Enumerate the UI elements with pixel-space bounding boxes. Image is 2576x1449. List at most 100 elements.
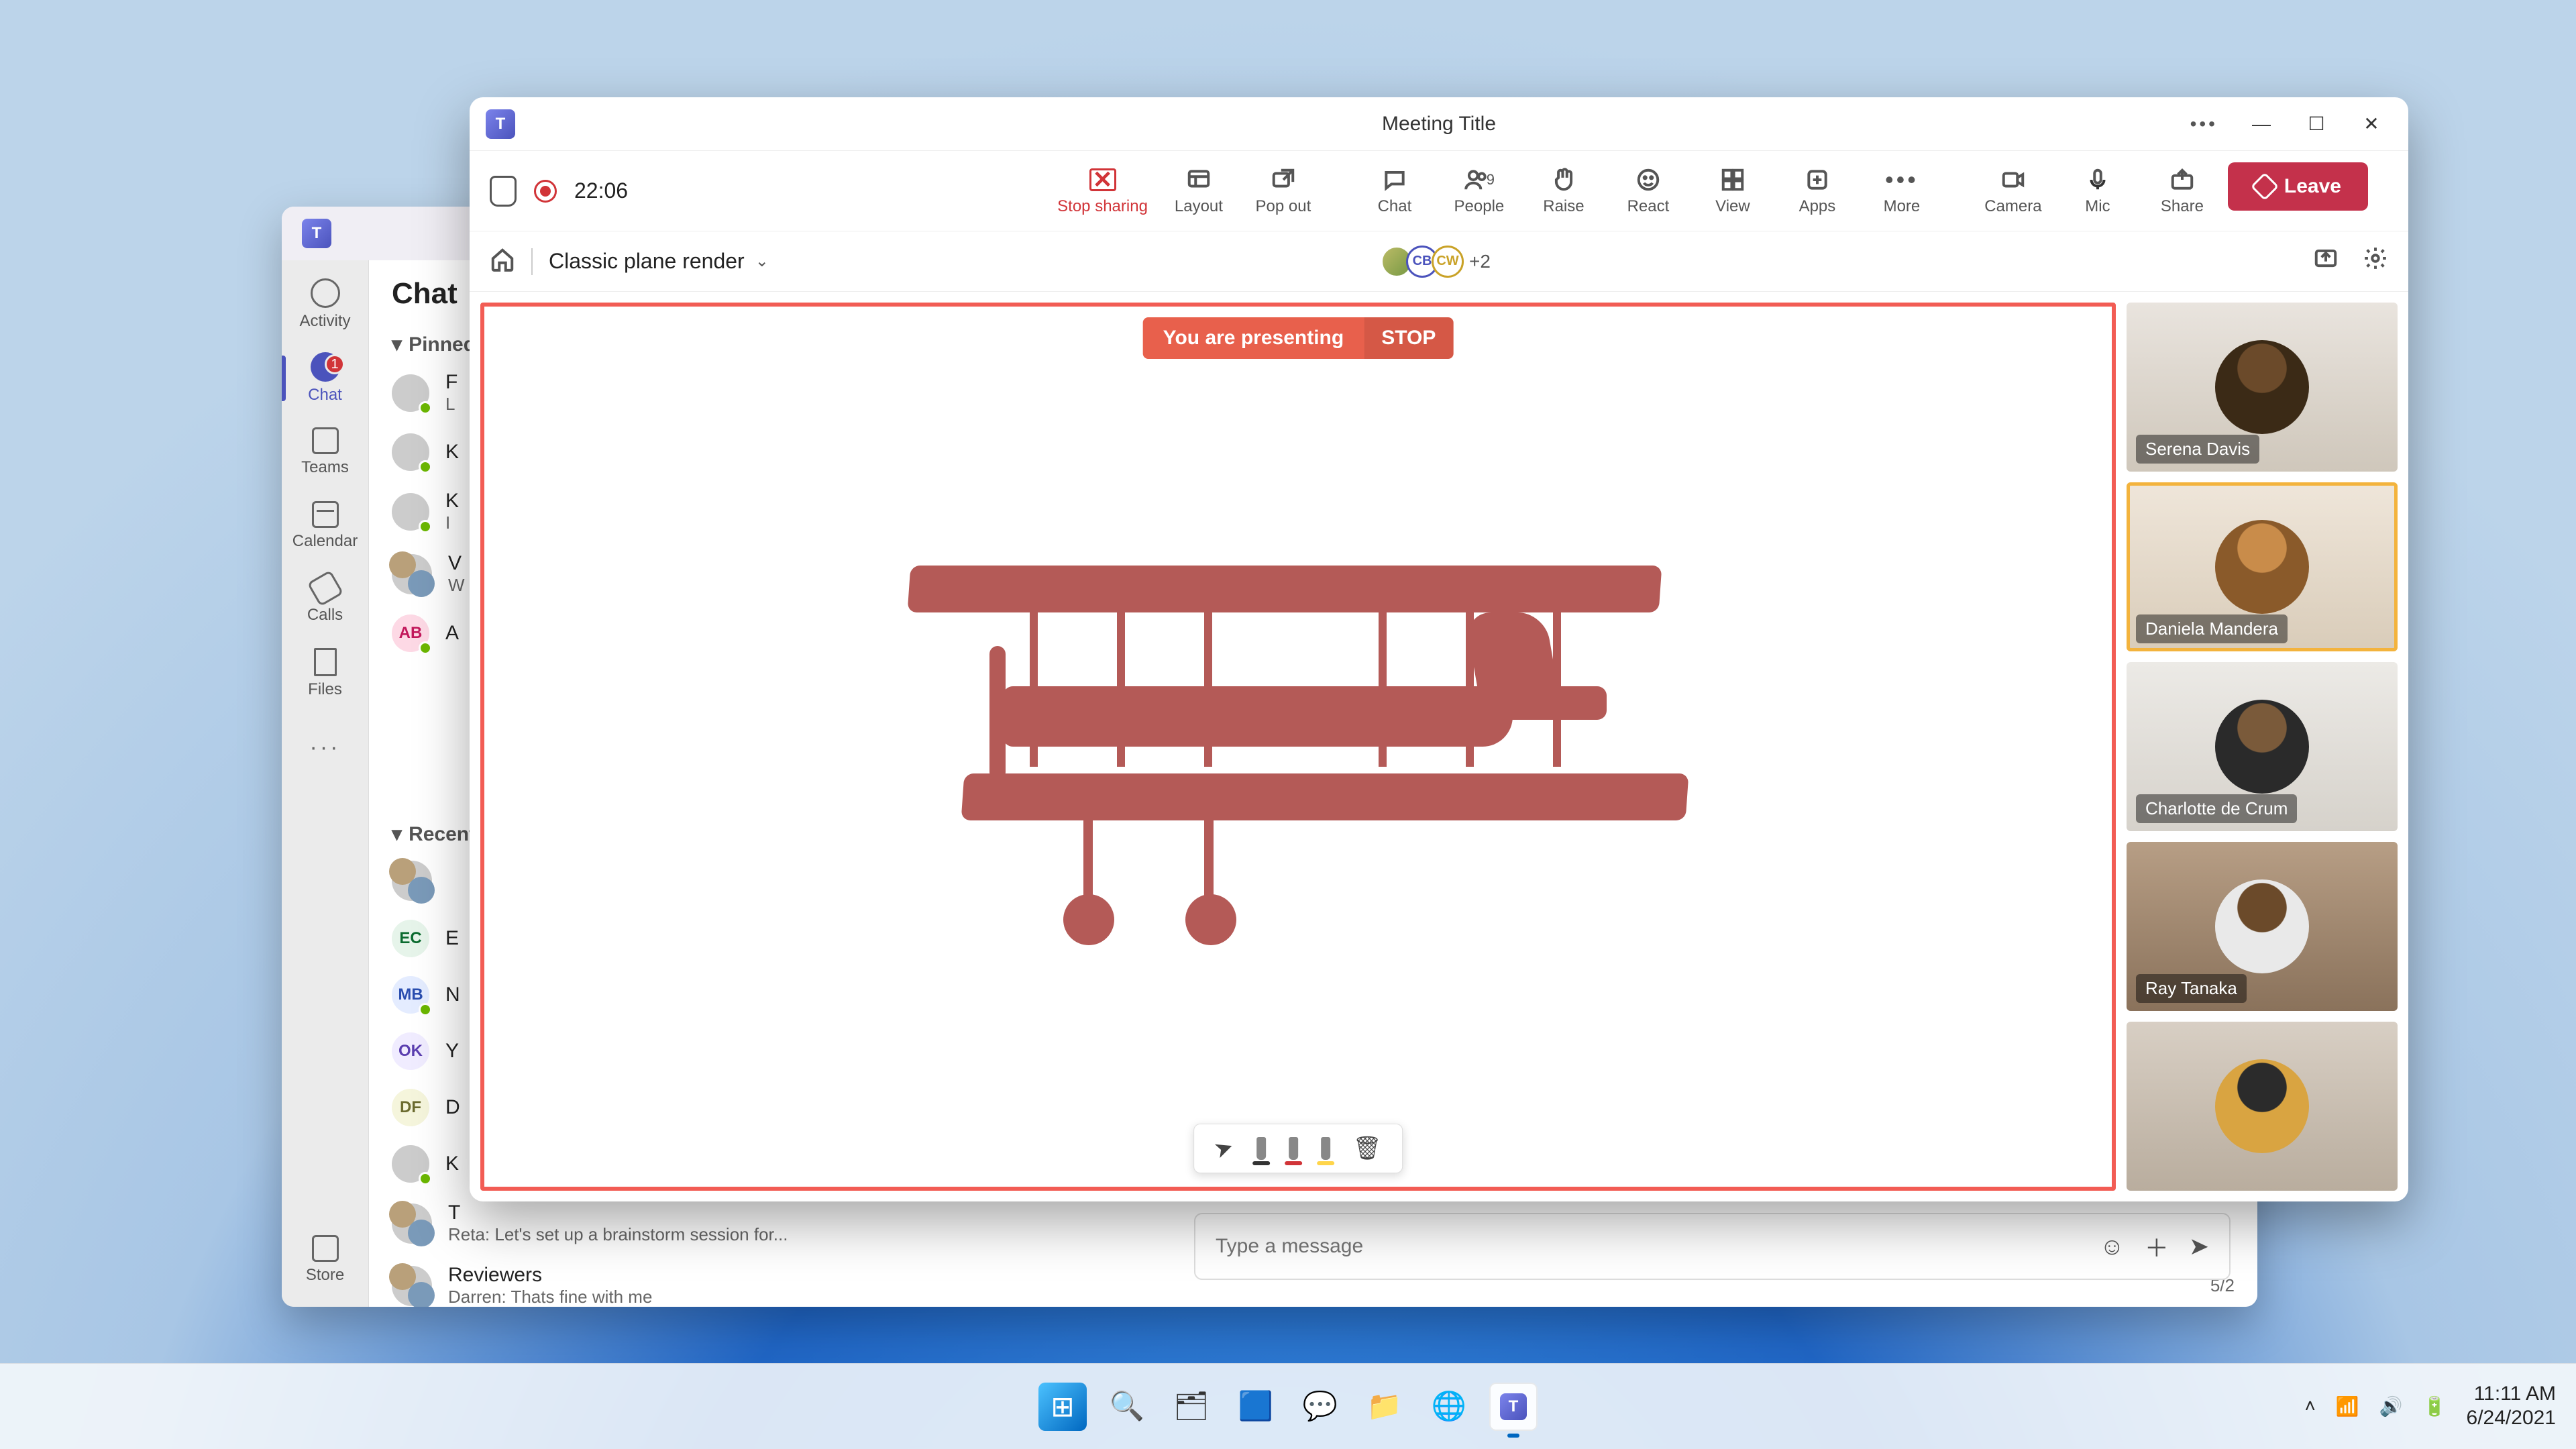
- camera-button[interactable]: Camera: [1974, 162, 2052, 220]
- participant-tile[interactable]: Ray Tanaka: [2127, 842, 2398, 1011]
- message-input[interactable]: [1216, 1235, 2080, 1258]
- react-button[interactable]: React: [1609, 162, 1687, 220]
- pen-red-tool[interactable]: [1289, 1137, 1298, 1160]
- emoji-icon[interactable]: ☺: [2100, 1232, 2125, 1260]
- presenting-label: You are presenting: [1143, 317, 1364, 359]
- chevron-down-icon: ▾: [392, 822, 402, 846]
- taskbar-explorer[interactable]: 📁: [1360, 1383, 1409, 1431]
- rail-chat[interactable]: 1 Chat: [282, 345, 368, 412]
- popout-icon: [1271, 167, 1296, 193]
- avatar: OK: [392, 1032, 429, 1070]
- clock[interactable]: 11:11 AM 6/24/2021: [2467, 1382, 2556, 1430]
- rail-calendar[interactable]: Calendar: [282, 492, 368, 559]
- system-tray[interactable]: ˄ 📶 🔊 🔋 11:11 AM 6/24/2021: [2305, 1363, 2556, 1449]
- participant-roster: Serena Davis Daniela Mandera Charlotte d…: [2127, 303, 2398, 1191]
- rail-label: Files: [308, 680, 342, 699]
- battery-icon[interactable]: 🔋: [2423, 1395, 2447, 1417]
- people-button[interactable]: 9People: [1440, 162, 1518, 220]
- attach-icon[interactable]: ＋: [2145, 1229, 2169, 1264]
- rail-label: Activity: [299, 312, 350, 331]
- participant-name: Serena Davis: [2136, 435, 2259, 464]
- maximize-button[interactable]: ☐: [2293, 107, 2340, 141]
- close-button[interactable]: ✕: [2348, 107, 2395, 141]
- taskbar-teams[interactable]: [1489, 1383, 1538, 1431]
- more-icon: ···: [310, 735, 341, 761]
- participant-name: Charlotte de Crum: [2136, 794, 2297, 823]
- calendar-icon: [312, 501, 339, 528]
- rail-more[interactable]: ···: [282, 714, 368, 781]
- mic-button[interactable]: Mic: [2059, 162, 2137, 220]
- rail-store[interactable]: Store: [282, 1226, 368, 1293]
- avatar: [392, 374, 429, 412]
- meeting-titlebar[interactable]: Meeting Title ••• — ☐ ✕: [470, 97, 2408, 151]
- pen-black-tool[interactable]: [1256, 1137, 1266, 1160]
- rail-activity[interactable]: Activity: [282, 271, 368, 338]
- shield-icon[interactable]: [490, 176, 517, 207]
- eraser-tool[interactable]: 🗑: [1353, 1135, 1382, 1162]
- calls-icon: [307, 570, 343, 607]
- taskbar-edge[interactable]: 🌐: [1425, 1383, 1473, 1431]
- presence-icon: [419, 1003, 432, 1016]
- avatar: [392, 493, 429, 531]
- rail-teams[interactable]: Teams: [282, 419, 368, 486]
- send-icon[interactable]: ➤: [2189, 1232, 2209, 1260]
- chevron-down-icon: ▾: [392, 333, 402, 356]
- taskbar-taskview[interactable]: 🗂: [1167, 1383, 1216, 1431]
- react-icon: [1635, 167, 1661, 193]
- rail-files[interactable]: Files: [282, 640, 368, 707]
- wifi-icon[interactable]: 📶: [2336, 1395, 2359, 1417]
- rail-calls[interactable]: Calls: [282, 566, 368, 633]
- start-button[interactable]: ⊞: [1038, 1383, 1087, 1431]
- people-count: 9: [1487, 171, 1495, 189]
- chevron-down-icon: ⌄: [755, 252, 769, 271]
- participant-tile[interactable]: Charlotte de Crum: [2127, 662, 2398, 831]
- participant-tile[interactable]: [2127, 1022, 2398, 1191]
- home-button[interactable]: [490, 247, 515, 276]
- view-button[interactable]: View: [1694, 162, 1772, 220]
- rail-label: Teams: [301, 458, 349, 477]
- message-compose[interactable]: ☺ ＋ ➤: [1194, 1213, 2231, 1280]
- rail-label: Chat: [308, 386, 342, 405]
- apps-button[interactable]: Apps: [1778, 162, 1856, 220]
- stop-sharing-button[interactable]: ✕ Stop sharing: [1052, 162, 1153, 220]
- minimize-button[interactable]: —: [2238, 107, 2285, 141]
- taskbar-search[interactable]: 🔍: [1103, 1383, 1151, 1431]
- presence-icon: [419, 641, 432, 655]
- highlighter-tool[interactable]: [1321, 1137, 1330, 1160]
- participant-tile[interactable]: Daniela Mandera: [2127, 482, 2398, 651]
- camera-icon: [2000, 167, 2026, 193]
- presenter-toolbar: ➤ 🗑: [1193, 1124, 1403, 1173]
- people-icon: [1464, 167, 1489, 193]
- taskbar-widgets[interactable]: 🟦: [1232, 1383, 1280, 1431]
- chat-button[interactable]: Chat: [1356, 162, 1434, 220]
- popout-button[interactable]: Pop out: [1244, 162, 1322, 220]
- volume-icon[interactable]: 🔊: [2379, 1395, 2403, 1417]
- presenting-stop-button[interactable]: STOP: [1364, 317, 1453, 359]
- leave-button[interactable]: Leave: [2228, 162, 2368, 211]
- avatar: [392, 1145, 429, 1183]
- participant-video: [2215, 700, 2309, 794]
- titlebar-more-button[interactable]: •••: [2178, 107, 2230, 142]
- share-link-button[interactable]: [2313, 246, 2339, 277]
- home-icon: [490, 247, 515, 272]
- participant-video: [2215, 879, 2309, 973]
- avatar: DF: [392, 1089, 429, 1126]
- participant-video: [2215, 340, 2309, 434]
- share-button[interactable]: Share: [2143, 162, 2221, 220]
- tray-chevron-icon[interactable]: ˄: [2305, 1395, 2316, 1417]
- recording-icon[interactable]: [534, 180, 557, 203]
- cursor-tool[interactable]: ➤: [1210, 1132, 1237, 1164]
- settings-button[interactable]: [2363, 246, 2388, 277]
- layout-button[interactable]: Layout: [1160, 162, 1238, 220]
- taskbar-chat[interactable]: 💬: [1296, 1383, 1344, 1431]
- view-icon: [1720, 167, 1746, 193]
- more-button[interactable]: •••More: [1863, 162, 1941, 220]
- document-title-dropdown[interactable]: Classic plane render ⌄: [549, 249, 769, 274]
- raise-button[interactable]: Raise: [1525, 162, 1603, 220]
- avatar: EC: [392, 920, 429, 957]
- collaborators[interactable]: CB CW +2: [1387, 246, 1491, 278]
- participant-video: [2215, 1059, 2309, 1153]
- participant-tile[interactable]: Serena Davis: [2127, 303, 2398, 472]
- avatar: [392, 433, 429, 471]
- participant-video: [2215, 520, 2309, 614]
